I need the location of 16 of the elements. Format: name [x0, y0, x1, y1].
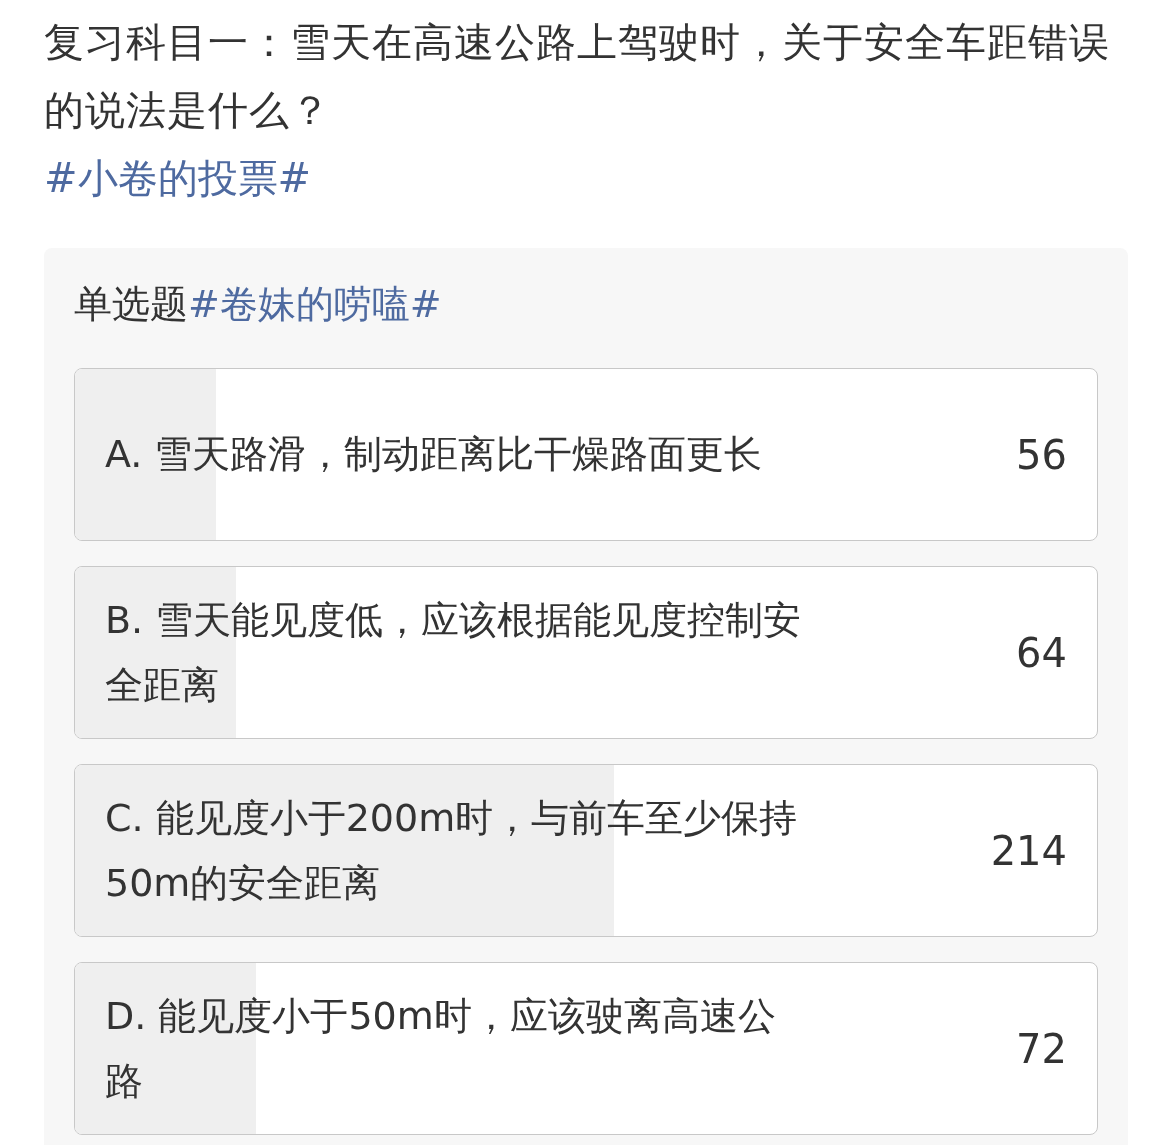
poll-option[interactable]: B. 雪天能见度低，应该根据能见度控制安全距离 64 — [74, 566, 1098, 739]
option-label: B. 雪天能见度低，应该根据能见度控制安全距离 — [105, 596, 803, 709]
poll-option[interactable]: D. 能见度小于50m时，应该驶离高速公路 72 — [74, 962, 1098, 1135]
vote-count: 64 — [1016, 628, 1067, 678]
poll-type-label: 单选题 — [74, 282, 188, 326]
post-text: 复习科目一：雪天在高速公路上驾驶时，关于安全车距错误的说法是什么？ — [44, 18, 1111, 135]
option-label: D. 能见度小于50m时，应该驶离高速公路 — [105, 992, 777, 1105]
vote-count: 72 — [1016, 1024, 1067, 1074]
topic-link[interactable]: #小卷的投票# — [44, 144, 312, 212]
vote-count: 214 — [990, 826, 1067, 876]
option-label: C. 能见度小于200m时，与前车至少保持50m的安全距离 — [105, 794, 799, 907]
vote-count: 56 — [1016, 430, 1067, 480]
option-label: A. 雪天路滑，制动距离比干燥路面更长 — [105, 431, 764, 478]
poll-tag-link[interactable]: #卷妹的唠嗑# — [188, 282, 442, 326]
poll-option[interactable]: C. 能见度小于200m时，与前车至少保持50m的安全距离 214 — [74, 764, 1098, 937]
poll-option[interactable]: A. 雪天路滑，制动距离比干燥路面更长 56 — [74, 368, 1098, 541]
